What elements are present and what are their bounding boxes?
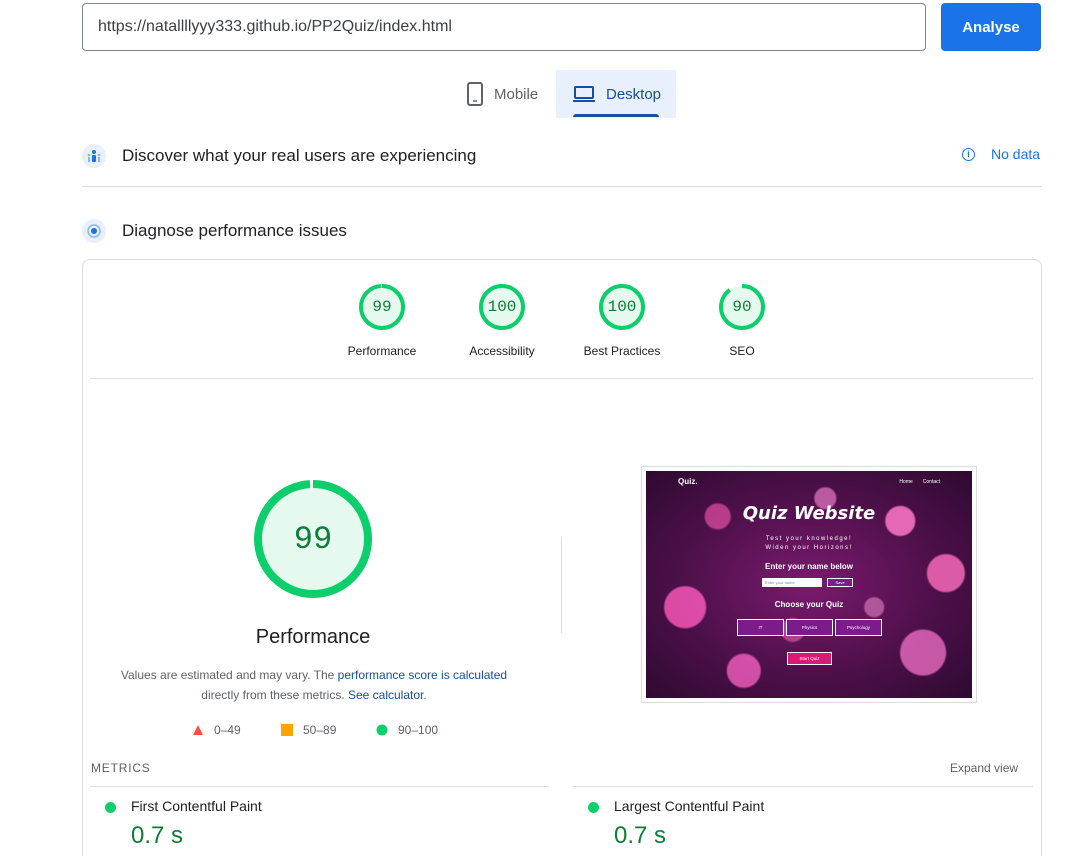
note-text: directly from these metrics. [201,688,348,702]
screenshot-nav: Home Contact [889,479,940,485]
score-value: 99 [372,298,392,316]
fail-triangle-icon [193,725,203,735]
score-label: SEO [729,344,755,358]
metric-name: Largest Contentful Paint [614,798,765,814]
score-value: 100 [487,298,517,316]
section-divider [82,186,1042,187]
score-label: Performance [347,344,417,358]
expand-view-toggle[interactable]: Expand view [950,761,1018,775]
note-text: . [423,688,427,702]
diagnose-icon [82,219,106,243]
metrics-divider [90,786,549,787]
pass-circle-icon [376,724,388,736]
screenshot-start-button: Start Quiz [787,652,832,665]
metric-value: 0.7 s [614,822,667,849]
legend-range: 0–49 [214,723,241,737]
performance-title: Performance [255,626,371,648]
see-calculator-link[interactable]: See calculator [348,688,423,702]
tab-desktop[interactable]: Desktop [556,70,676,118]
page-screenshot[interactable]: Quiz. Home Contact Quiz Website Test your… [646,471,972,698]
url-input[interactable] [82,3,926,51]
performance-note: Values are estimated and may vary. The p… [110,665,518,705]
field-data-title: Discover what your real users are experi… [122,146,477,165]
screenshot-quiz-button: Physics [786,619,833,636]
score-gauge-performance[interactable]: 99 Performance [332,283,432,358]
metric-name: First Contentful Paint [131,798,262,814]
performance-score: 99 [293,520,333,558]
metric-value: 0.7 s [131,822,184,849]
score-value: 90 [732,298,752,316]
vertical-separator [561,537,562,633]
pass-circle-icon [105,802,116,813]
screenshot-nav-item: Contact [922,479,940,485]
screenshot-nav-item: Home [899,479,913,485]
no-data-indicator[interactable]: i No data [962,146,1040,162]
screenshot-subtitle-line: Widen your Horizons! [765,545,853,551]
screenshot-logo: Quiz. [678,477,698,486]
screenshot-subtitle: Test your knowledge! Widen your Horizons… [646,535,972,553]
legend-fail: 0–49 [192,723,241,737]
tab-selected-indicator [573,114,659,117]
tab-mobile-label: Mobile [494,85,539,103]
phone-icon [467,82,483,106]
no-data-label: No data [991,146,1041,162]
score-gauge-seo[interactable]: 90 SEO [692,283,792,358]
tab-desktop-label: Desktop [606,85,662,103]
analyse-button[interactable]: Analyse [941,3,1041,51]
screenshot-quiz-button: Psychology [835,619,882,636]
performance-big-gauge: 99 [253,479,373,599]
score-gauge-best-practices[interactable]: 100 Best Practices [572,283,672,358]
legend-pass: 90–100 [376,723,438,737]
score-calculated-link[interactable]: performance score is calculated [338,668,507,682]
legend-range: 50–89 [303,723,337,737]
score-value: 100 [607,298,637,316]
lab-data-title: Diagnose performance issues [122,221,347,240]
gauges-divider [90,378,1033,379]
screenshot-subtitle-line: Test your knowledge! [765,536,853,542]
note-text: Values are estimated and may vary. The [120,668,338,682]
average-square-icon [281,724,293,736]
screenshot-quiz-button: IT [737,619,784,636]
users-experience-icon [82,144,106,168]
screenshot-name-input: Enter your name [762,578,822,587]
legend-range: 90–100 [398,723,439,737]
tab-mobile[interactable]: Mobile [456,70,556,118]
field-data-header[interactable]: Discover what your real users are experi… [82,144,476,168]
info-icon: i [962,147,975,161]
screenshot-name-heading: Enter your name below [764,562,854,571]
score-label: Best Practices [583,344,661,358]
metrics-divider [573,786,1033,787]
metrics-heading: METRICS [91,761,151,775]
screenshot-choose-heading: Choose your Quiz [774,600,844,609]
legend-average: 50–89 [281,723,336,737]
laptop-icon [573,86,595,102]
screenshot-title: Quiz Website [742,503,876,524]
score-label: Accessibility [469,344,535,358]
lab-data-header: Diagnose performance issues [82,219,347,243]
pass-circle-icon [588,802,599,813]
score-gauge-accessibility[interactable]: 100 Accessibility [452,283,552,358]
screenshot-save-button: Save [827,578,853,587]
